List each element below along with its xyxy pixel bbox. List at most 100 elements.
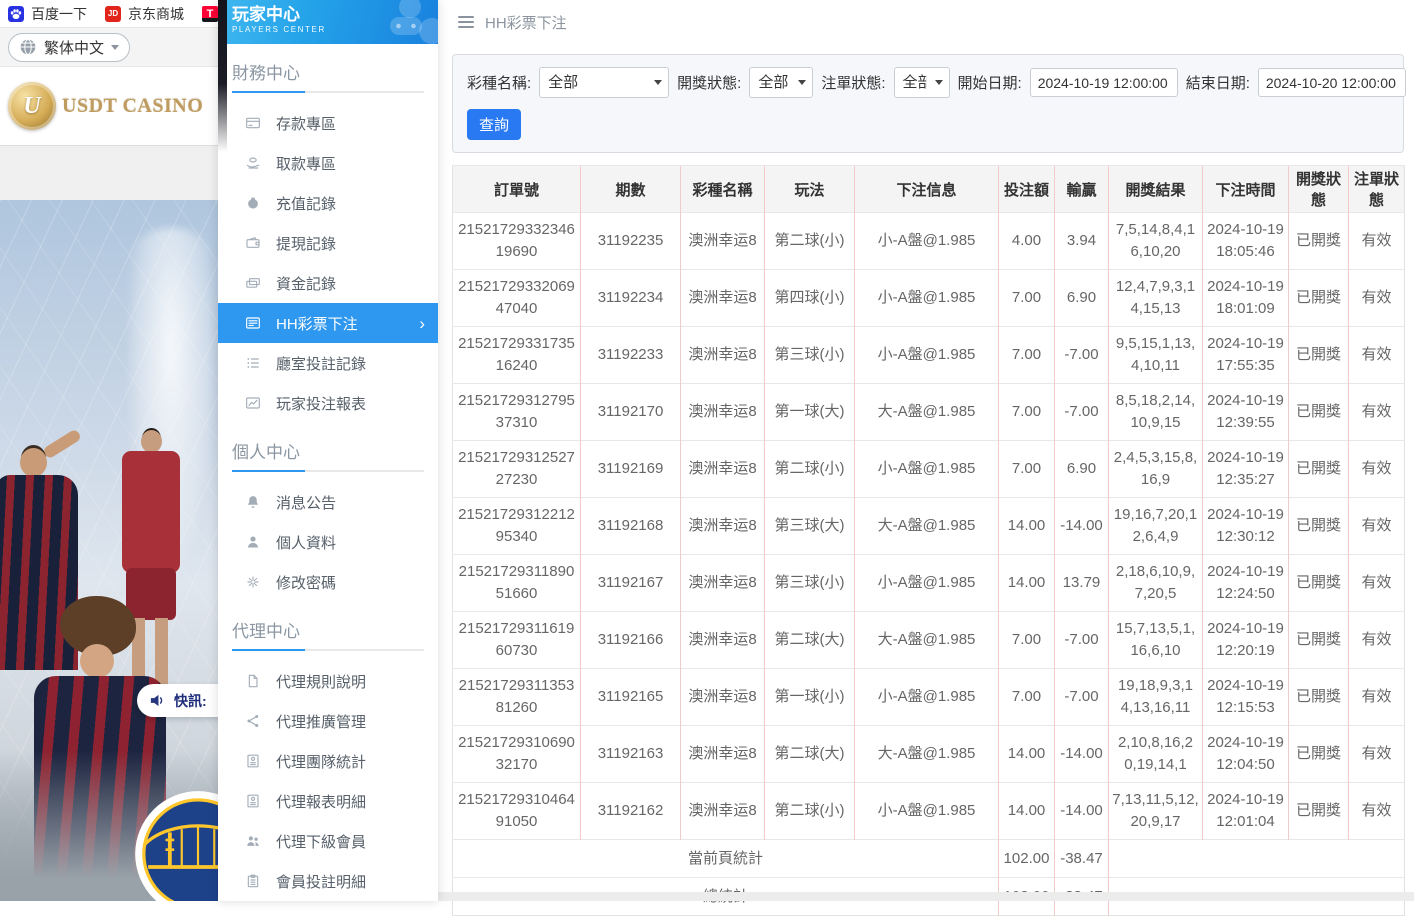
news-ticker[interactable]: 快訊: — [137, 684, 218, 717]
summary-bet-total: 102.00 — [999, 840, 1055, 878]
language-band: 繁体中文 — [0, 27, 218, 67]
cell-lottery_name: 澳洲幸运8 — [681, 555, 765, 612]
sidebar-item-deposit[interactable]: 存款專區 — [218, 103, 438, 143]
sub-members-icon — [245, 833, 261, 849]
cell-period: 31192167 — [581, 555, 681, 612]
col-header-win_loss: 輸贏 — [1055, 166, 1109, 213]
cell-play_type: 第一球(大) — [765, 384, 855, 441]
cell-period: 31192170 — [581, 384, 681, 441]
cell-draw_status: 已開獎 — [1289, 783, 1349, 840]
cell-draw_status: 已開獎 — [1289, 441, 1349, 498]
cell-order_no: 2152172931069032170 — [453, 726, 581, 783]
table-row: 215217293104649105031192162澳洲幸运8第二球(小)小-… — [453, 783, 1405, 840]
summary-row: 當前頁統計102.00-38.47 — [453, 840, 1405, 878]
cell-bet_info: 小-A盤@1.985 — [855, 327, 999, 384]
col-header-lottery_name: 彩種名稱 — [681, 166, 765, 213]
cell-bet_amount: 4.00 — [999, 213, 1055, 270]
team-stats-icon — [245, 753, 261, 769]
user-icon — [245, 534, 261, 550]
sidebar-item-player-report[interactable]: 玩家投注報表 — [218, 383, 438, 423]
search-button[interactable]: 查詢 — [467, 109, 521, 140]
start-date-input[interactable] — [1030, 68, 1178, 97]
end-date-input[interactable] — [1258, 68, 1406, 97]
table-row: 215217293323461969031192235澳洲幸运8第二球(小)小-… — [453, 213, 1405, 270]
cell-lottery_name: 澳洲幸运8 — [681, 783, 765, 840]
cell-bet_time: 2024-10-19 17:55:35 — [1203, 327, 1289, 384]
cell-win_loss: -7.00 — [1055, 384, 1109, 441]
end-date-label: 結束日期: — [1186, 72, 1250, 93]
sidebar-item-hh-lottery-bets[interactable]: HH彩票下注› — [218, 303, 438, 343]
sidebar-item-agent-rules[interactable]: 代理規則說明 — [218, 661, 438, 701]
sidebar-item-agent-team-stats[interactable]: 代理團隊統計 — [218, 741, 438, 781]
sidebar-item-agent-promotion[interactable]: 代理推廣管理 — [218, 701, 438, 741]
table-row: 215217293113538126031192165澳洲幸运8第一球(小)小-… — [453, 669, 1405, 726]
horizontal-scrollbar[interactable] — [438, 892, 1414, 901]
cell-play_type: 第二球(小) — [765, 783, 855, 840]
cell-draw_result: 12,4,7,9,3,14,15,13 — [1109, 270, 1203, 327]
sidebar-item-funds-record[interactable]: 資金記錄 — [218, 263, 438, 303]
cell-bet_time: 2024-10-19 12:35:27 — [1203, 441, 1289, 498]
tmall-icon: T — [202, 6, 218, 22]
topbar: HH彩票下注 — [438, 0, 1414, 44]
speaker-icon — [149, 692, 166, 709]
language-selector[interactable]: 繁体中文 — [8, 33, 130, 62]
bookmark-baidu[interactable]: 百度一下 — [8, 4, 87, 24]
cell-draw_status: 已開獎 — [1289, 555, 1349, 612]
cell-bet_amount: 7.00 — [999, 270, 1055, 327]
summary-winloss-total: -38.47 — [1055, 840, 1109, 878]
player-figure — [141, 430, 162, 453]
cell-lottery_name: 澳洲幸运8 — [681, 384, 765, 441]
cell-bet_time: 2024-10-19 12:24:50 — [1203, 555, 1289, 612]
sidebar-item-label: 會員投註明細 — [276, 871, 366, 892]
bookmark-jd[interactable]: JD京东商城 — [105, 4, 184, 24]
sidebar-item-agent-sub-members[interactable]: 代理下級會員 — [218, 821, 438, 861]
col-header-play_type: 玩法 — [765, 166, 855, 213]
col-header-order_no: 訂單號 — [453, 166, 581, 213]
page-title: HH彩票下注 — [485, 12, 567, 33]
sidebar-item-room-bet-records[interactable]: 廳室投註記錄 — [218, 343, 438, 383]
sidebar-item-change-password[interactable]: 修改密碼 — [218, 562, 438, 602]
sidebar-item-member-bet-detail[interactable]: 會員投註明細 — [218, 861, 438, 901]
cell-bet_info: 大-A盤@1.985 — [855, 498, 999, 555]
site-logo: U USDT CASINO — [0, 67, 218, 145]
table-header-row: 訂單號期數彩種名稱玩法下注信息投注額輸贏開獎結果下注時間開獎狀態注單狀態 — [453, 166, 1405, 213]
cell-play_type: 第三球(大) — [765, 498, 855, 555]
order-status-filter-label: 注單狀態: — [821, 72, 885, 93]
sidebar-item-agent-report-detail[interactable]: 代理報表明細 — [218, 781, 438, 821]
cell-lottery_name: 澳洲幸运8 — [681, 669, 765, 726]
sidebar-menu: 財務中心存款專區取款專區充值記錄提現記錄資金記錄HH彩票下注›廳室投註記錄玩家投… — [218, 59, 438, 901]
col-header-draw_result: 開獎結果 — [1109, 166, 1203, 213]
sidebar-item-announcements[interactable]: 消息公告 — [218, 482, 438, 522]
col-header-period: 期數 — [581, 166, 681, 213]
sidebar-item-withdraw-record[interactable]: 提現記錄 — [218, 223, 438, 263]
sidebar-item-profile[interactable]: 個人資料 — [218, 522, 438, 562]
background-page: 百度一下 JD京东商城 T天猫 繁体中文 U USDT CASINO 快訊: — [0, 0, 218, 901]
logo-text: USDT CASINO — [62, 95, 203, 118]
gear-icon — [245, 574, 261, 590]
lottery-select[interactable]: 全部 — [539, 67, 669, 98]
cell-lottery_name: 澳洲幸运8 — [681, 270, 765, 327]
draw-status-select[interactable]: 全部 — [749, 67, 813, 98]
report-detail-icon — [245, 793, 261, 809]
window-edge-shadow — [218, 0, 227, 152]
table-foot: 當前頁統計102.00-38.47總統計102.00-38.47 — [453, 840, 1405, 916]
order-status-select[interactable]: 全部 — [894, 67, 950, 98]
gamepad-decoration-icon — [346, 0, 438, 44]
cell-bet_info: 小-A盤@1.985 — [855, 213, 999, 270]
cell-bet_info: 小-A盤@1.985 — [855, 669, 999, 726]
section-divider — [232, 91, 424, 93]
cell-draw_result: 2,4,5,3,15,8,16,9 — [1109, 441, 1203, 498]
cell-bet_info: 大-A盤@1.985 — [855, 726, 999, 783]
sidebar-item-recharge-record[interactable]: 充值記錄 — [218, 183, 438, 223]
cell-order_no: 2152172933234619690 — [453, 213, 581, 270]
cell-draw_result: 7,5,14,8,4,16,10,20 — [1109, 213, 1203, 270]
sidebar-item-withdraw[interactable]: 取款專區 — [218, 143, 438, 183]
col-header-draw_status: 開獎狀態 — [1289, 166, 1349, 213]
hamburger-icon[interactable] — [458, 16, 474, 28]
cell-draw_result: 8,5,18,2,14,10,9,15 — [1109, 384, 1203, 441]
cell-order_status: 有效 — [1349, 327, 1405, 384]
cell-bet_time: 2024-10-19 18:01:09 — [1203, 270, 1289, 327]
cell-bet_amount: 7.00 — [999, 327, 1055, 384]
cell-order_status: 有效 — [1349, 669, 1405, 726]
bookmark-tmall[interactable]: T天猫 — [202, 4, 218, 24]
